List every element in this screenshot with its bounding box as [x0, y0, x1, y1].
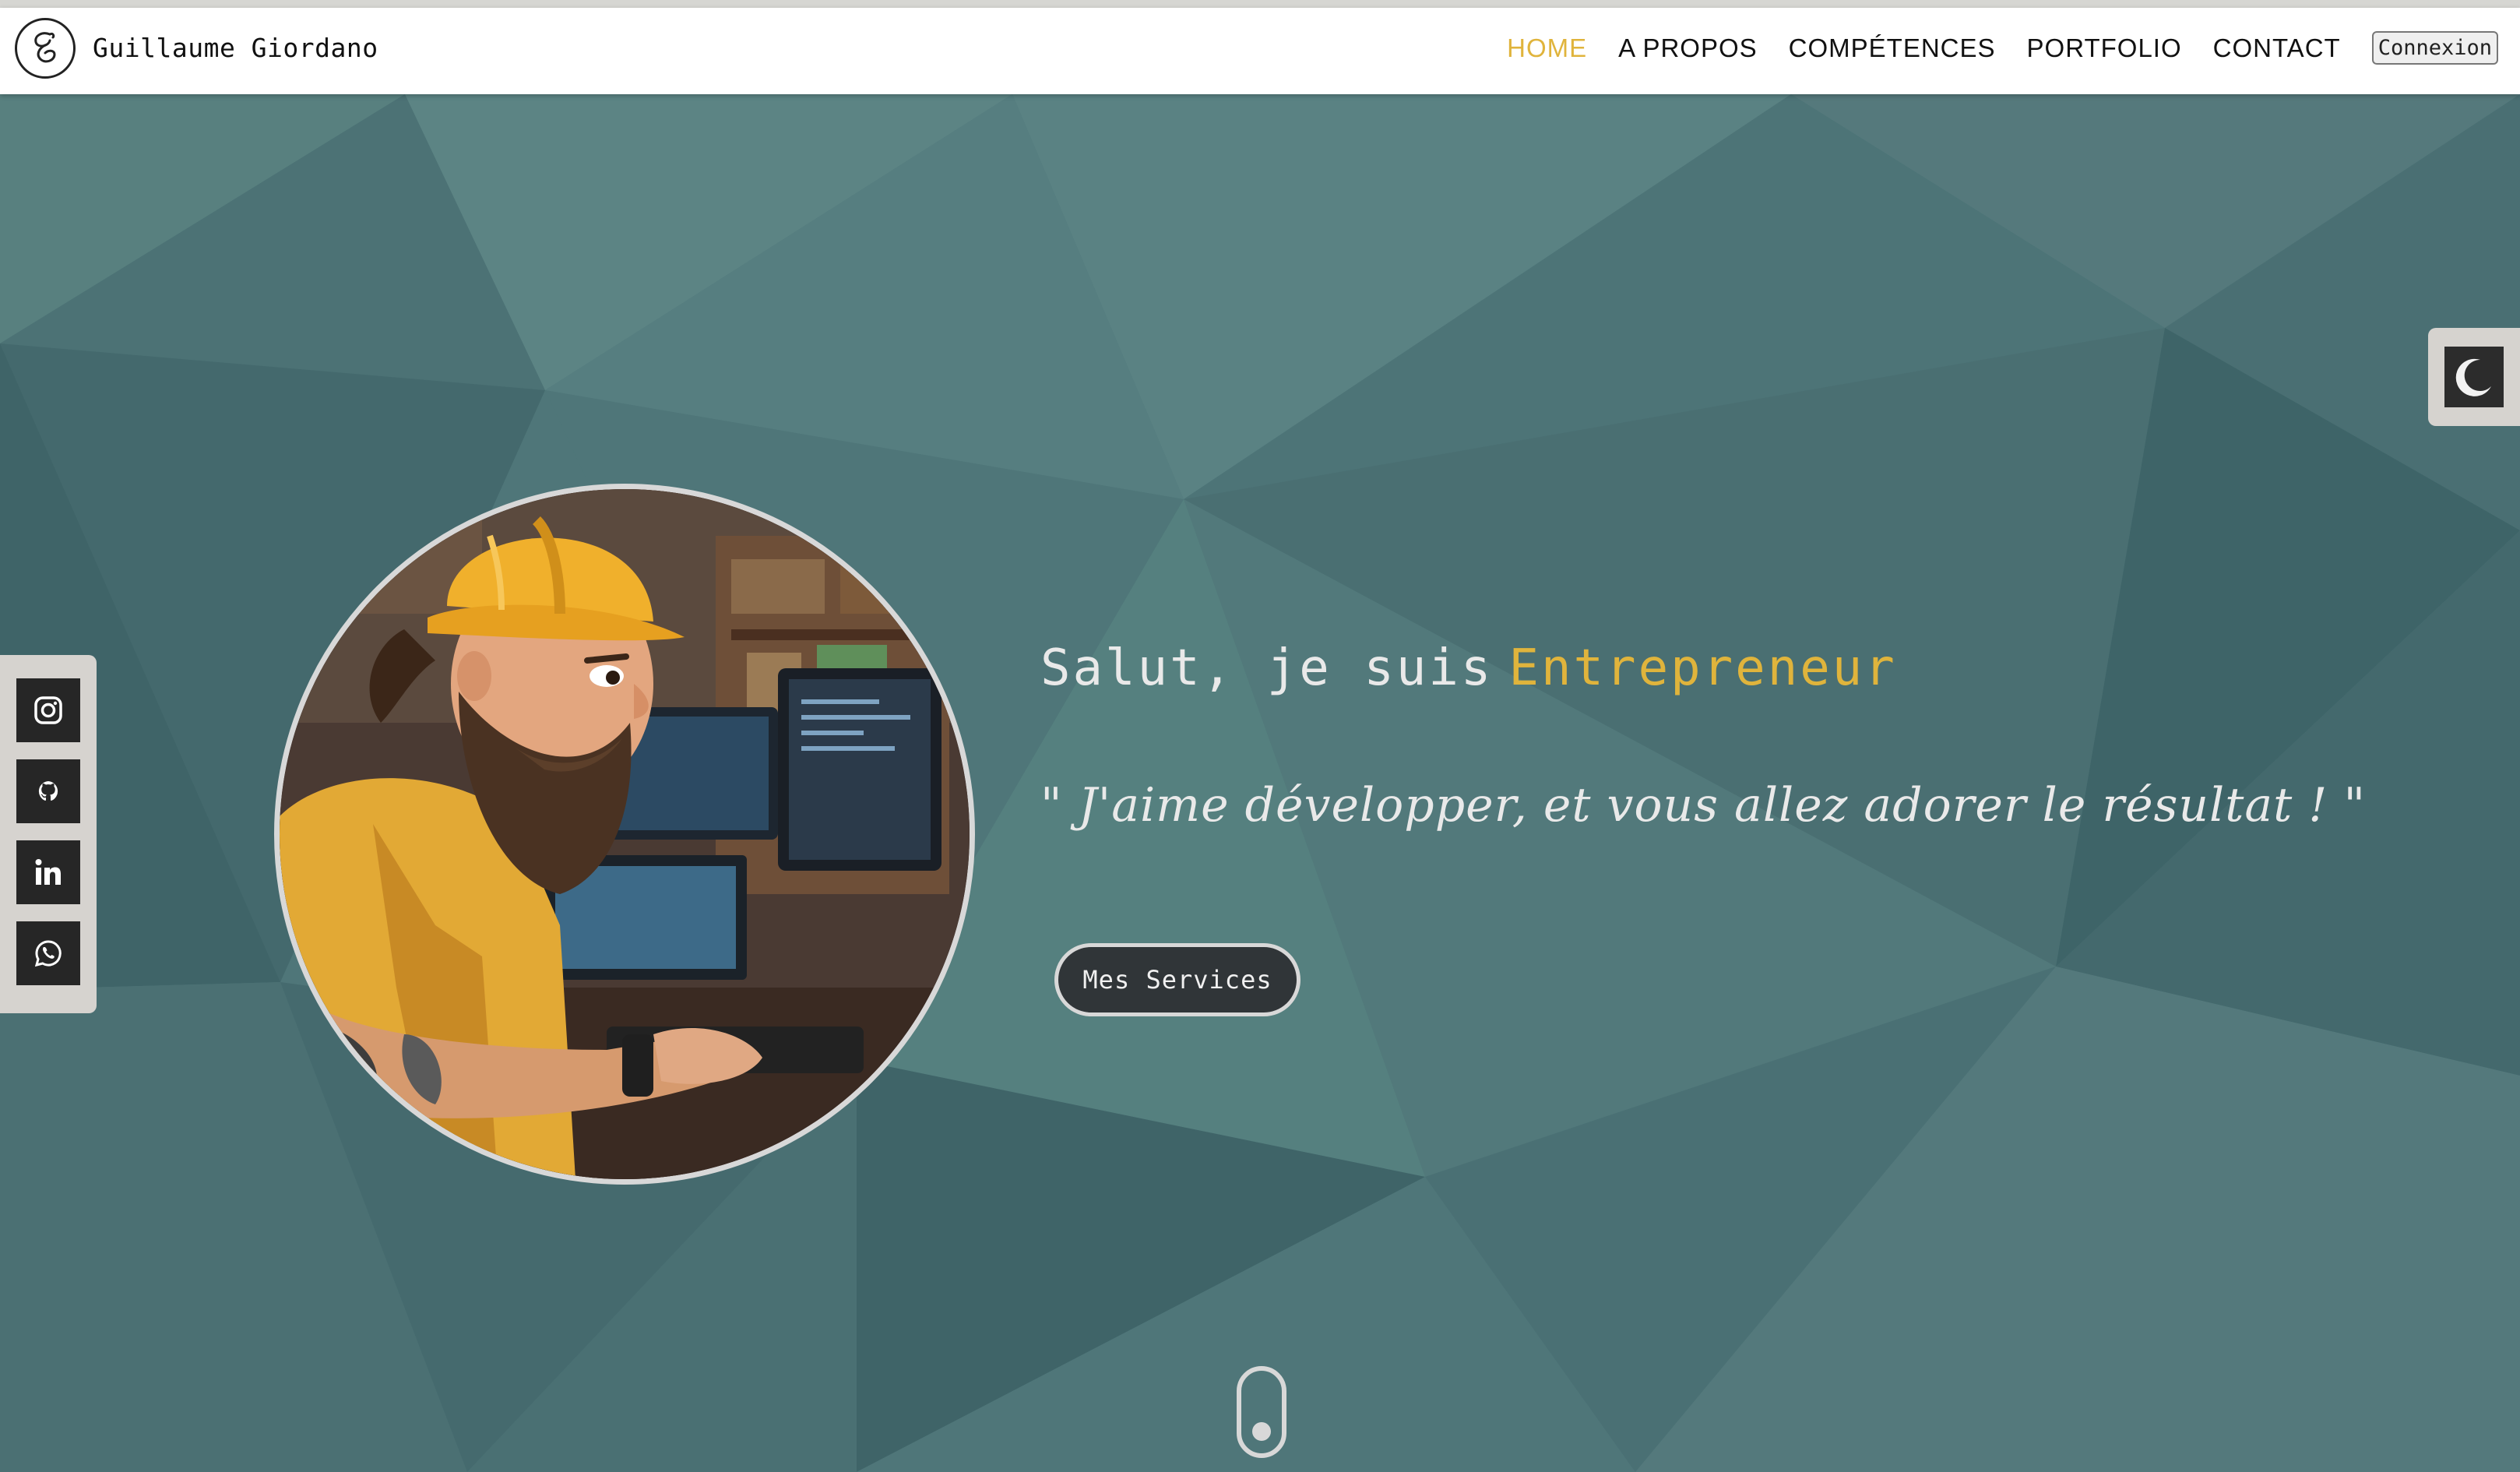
scroll-dot — [1252, 1422, 1271, 1441]
logo[interactable] — [15, 18, 76, 79]
developer-illustration — [280, 489, 970, 1179]
hero-greeting: Salut, je suis Entrepreneur — [1040, 639, 1897, 697]
linkedin-icon — [35, 859, 61, 885]
whatsapp-link[interactable] — [16, 921, 80, 985]
nav-portfolio[interactable]: PORTFOLIO — [2027, 33, 2182, 63]
hero-section: Salut, je suis Entrepreneur " J'aime déve… — [0, 94, 2520, 1472]
g-monogram-icon — [34, 32, 56, 63]
nav-a-propos[interactable]: A PROPOS — [1618, 33, 1758, 63]
top-strip — [0, 0, 2520, 8]
profile-avatar — [274, 484, 975, 1185]
scroll-indicator[interactable] — [1237, 1366, 1286, 1458]
navbar: Guillaume Giordano HOME A PROPOS COMPÉTE… — [0, 8, 2520, 94]
login-button[interactable]: Connexion — [2371, 31, 2498, 65]
social-sidebar — [0, 655, 97, 1013]
instagram-link[interactable] — [16, 678, 80, 742]
hero-quote: " J'aime développer, et vous allez adore… — [1040, 778, 2367, 833]
dark-mode-button[interactable] — [2444, 347, 2504, 407]
dark-mode-toggle[interactable] — [2428, 328, 2520, 426]
greeting-text: Salut, je suis — [1040, 639, 1494, 697]
instagram-icon — [34, 696, 62, 724]
greeting-role: Entrepreneur — [1508, 639, 1897, 697]
github-icon — [38, 781, 58, 801]
moon-icon — [2455, 358, 2491, 396]
main-nav: HOME A PROPOS COMPÉTENCES PORTFOLIO CONT… — [1507, 31, 2520, 65]
nav-competences[interactable]: COMPÉTENCES — [1789, 33, 1996, 63]
whatsapp-icon — [34, 940, 62, 967]
nav-contact[interactable]: CONTACT — [2213, 33, 2341, 63]
site-name[interactable]: Guillaume Giordano — [93, 33, 378, 63]
nav-home[interactable]: HOME — [1507, 33, 1587, 63]
github-link[interactable] — [16, 759, 80, 823]
linkedin-link[interactable] — [16, 840, 80, 904]
services-button[interactable]: Mes Services — [1054, 943, 1300, 1016]
